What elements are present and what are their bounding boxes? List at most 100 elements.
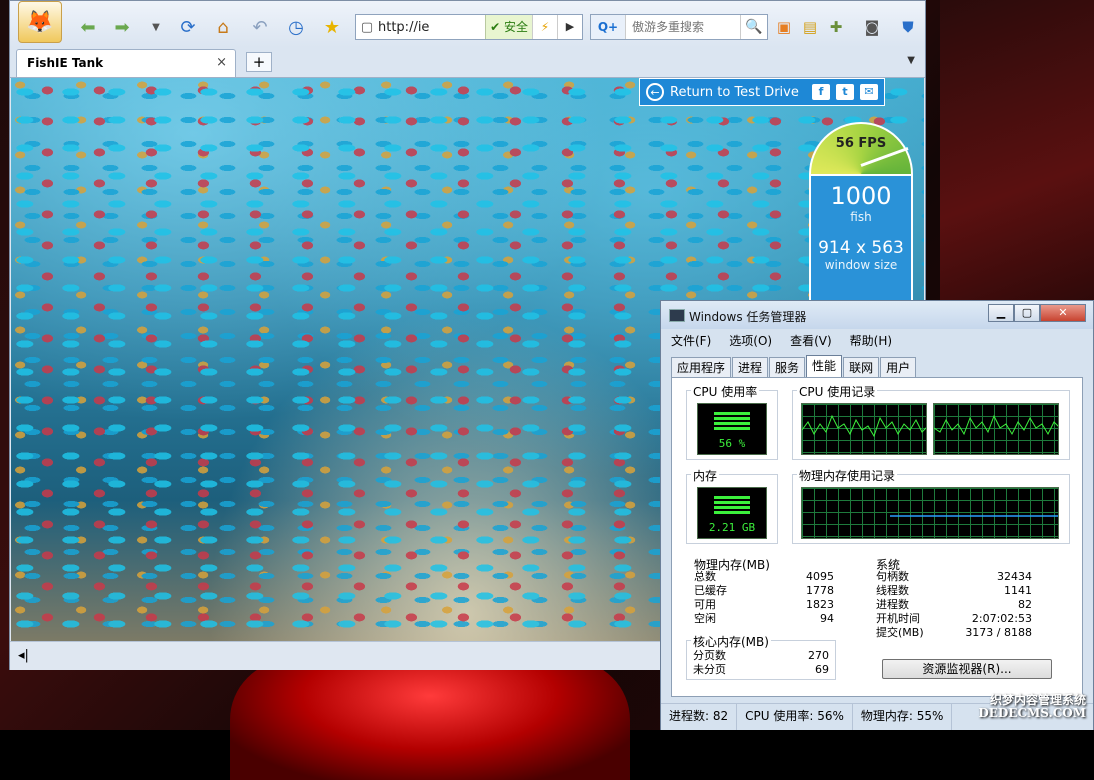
close-button[interactable]: ✕: [1040, 304, 1086, 322]
label-paged: 分页数: [693, 649, 726, 662]
value-processes: 82: [1018, 598, 1032, 611]
memory-meter-bars: [714, 496, 750, 516]
tab-fishie-tank[interactable]: FishIE Tank ×: [16, 49, 236, 77]
cpu-usage-meter: 56 %: [697, 403, 767, 455]
label-total: 总数: [694, 570, 716, 583]
lightning-icon[interactable]: ⚡: [532, 15, 557, 39]
browser-logo-icon[interactable]: 🦊: [18, 1, 62, 43]
undo-icon[interactable]: ↶: [248, 15, 272, 39]
system-list: 句柄数 32434 线程数 1141 进程数 82 开机时间 2:07:02:53 提交…: [876, 570, 1032, 640]
maximize-button[interactable]: ▢: [1014, 304, 1040, 322]
memory-group: 内存 2.21 GB: [686, 467, 778, 544]
favorites-star-icon[interactable]: ★: [320, 15, 344, 39]
tab-users[interactable]: 用户: [880, 357, 917, 378]
sidebar-toggle-icon[interactable]: ◂|: [18, 648, 29, 663]
memory-history-title: 物理内存使用记录: [797, 467, 898, 484]
value-free: 94: [820, 612, 834, 625]
return-to-test-drive-link[interactable]: ← Return to Test Drive f t ✉: [639, 78, 885, 106]
page-icon: ▢: [360, 19, 374, 35]
address-input[interactable]: http://ie: [378, 20, 485, 35]
list-item: 开机时间 2:07:02:53: [876, 612, 1032, 626]
twitter-icon[interactable]: t: [836, 84, 854, 100]
kernel-memory-title: 核心内存(MB): [691, 633, 771, 650]
menu-view[interactable]: 查看(V): [786, 331, 836, 351]
label-handles: 句柄数: [876, 570, 909, 583]
value-nonpaged: 69: [815, 663, 829, 676]
value-paged: 270: [808, 649, 829, 662]
back-circle-icon: ←: [646, 83, 664, 101]
cpu-usage-group: CPU 使用率 56 %: [686, 383, 778, 460]
tab-title: FishIE Tank: [27, 56, 104, 70]
cpu-usage-value: 56 %: [718, 437, 746, 450]
search-icon[interactable]: 🔍: [740, 15, 767, 39]
tab-networking[interactable]: 联网: [843, 357, 880, 378]
list-item: 进程数 82: [876, 598, 1032, 612]
tab-services[interactable]: 服务: [769, 357, 806, 378]
watermark-line2: DEDECMS.COM: [978, 706, 1086, 720]
search-input[interactable]: [626, 19, 740, 35]
kernel-memory-group: 核心内存(MB) 分页数 270 未分页 69: [686, 633, 836, 680]
plugin-icon[interactable]: ✚: [826, 17, 846, 37]
fish-stats-panel[interactable]: 1000 fish 914 x 563 window size: [809, 176, 913, 306]
home-icon[interactable]: ⌂: [211, 15, 235, 39]
label-free: 空闲: [694, 612, 716, 625]
window-size-value: 914 x 563: [818, 238, 904, 258]
tab-processes[interactable]: 进程: [732, 357, 769, 378]
facebook-icon[interactable]: f: [812, 84, 830, 100]
kernel-memory-list: 分页数 270 未分页 69: [693, 649, 829, 677]
cpu-usage-title: CPU 使用率: [691, 383, 760, 400]
list-item: 分页数 270: [693, 649, 829, 663]
monitor-icon: [669, 309, 685, 322]
label-nonpaged: 未分页: [693, 663, 726, 676]
window-title: Windows 任务管理器: [689, 310, 807, 324]
minimize-button[interactable]: ▁: [988, 304, 1014, 322]
rss-icon[interactable]: ▣: [774, 17, 794, 37]
list-item: 空闲 94: [694, 612, 834, 626]
status-processes: 进程数: 82: [661, 704, 738, 730]
history-dropdown-icon[interactable]: ▼: [144, 15, 168, 39]
menu-file[interactable]: 文件(F): [667, 331, 715, 351]
list-item: 总数 4095: [694, 570, 834, 584]
value-cached: 1778: [806, 584, 834, 597]
performance-panel: CPU 使用率 56 % CPU 使用记录 内存 2.21 GB 物理内存使用记…: [671, 377, 1083, 697]
task-manager-titlebar[interactable]: Windows 任务管理器 ▁ ▢ ✕: [661, 301, 1093, 329]
menu-options[interactable]: 选项(O): [725, 331, 776, 351]
notes-icon[interactable]: ▤: [800, 17, 820, 37]
refresh-icon[interactable]: ⟳: [176, 15, 200, 39]
address-bar[interactable]: ▢ http://ie ✔ 安全 ⚡ ▶: [355, 14, 583, 40]
fish-count-label: fish: [850, 210, 872, 224]
value-threads: 1141: [1004, 584, 1032, 597]
menu-help[interactable]: 帮助(H): [846, 331, 896, 351]
resource-monitor-button[interactable]: 资源监视器(R)...: [882, 659, 1052, 679]
new-tab-button[interactable]: +: [246, 52, 272, 72]
system-group: 系统 句柄数 32434 线程数 1141 进程数 82 开机时间 2:07:02:53…: [868, 556, 1040, 642]
forward-arrow-icon[interactable]: ➡: [110, 15, 134, 39]
value-available: 1823: [806, 598, 834, 611]
label-processes: 进程数: [876, 598, 909, 611]
shield-icon[interactable]: ⛊: [898, 17, 918, 37]
status-cpu: CPU 使用率: 56%: [737, 704, 853, 730]
screenshot-icon[interactable]: ◙: [862, 17, 882, 37]
label-commit: 提交(MB): [876, 626, 924, 639]
list-item: 线程数 1141: [876, 584, 1032, 598]
cpu-meter-bars: [714, 412, 750, 432]
window-size-label: window size: [824, 258, 898, 272]
memory-history-group: 物理内存使用记录: [792, 467, 1070, 544]
task-manager-window: Windows 任务管理器 ▁ ▢ ✕ 文件(F) 选项(O) 查看(V) 帮助…: [660, 300, 1094, 730]
tab-performance[interactable]: 性能: [806, 355, 843, 378]
list-item: 句柄数 32434: [876, 570, 1032, 584]
security-label: 安全: [503, 20, 528, 34]
label-uptime: 开机时间: [876, 612, 920, 625]
tab-close-icon[interactable]: ×: [216, 55, 227, 70]
memory-history-graph: [801, 487, 1059, 539]
status-memory: 物理内存: 55%: [853, 704, 953, 730]
go-icon[interactable]: ▶: [557, 15, 582, 39]
security-badge: ✔ 安全: [485, 15, 532, 39]
value-commit: 3173 / 8188: [965, 626, 1032, 639]
search-engine-icon[interactable]: Q+: [591, 15, 626, 39]
tab-list-icon[interactable]: ▼: [907, 55, 915, 66]
tab-applications[interactable]: 应用程序: [671, 357, 732, 378]
email-icon[interactable]: ✉: [860, 84, 878, 100]
back-arrow-icon[interactable]: ⬅: [76, 15, 100, 39]
clock-icon[interactable]: ◷: [284, 15, 308, 39]
